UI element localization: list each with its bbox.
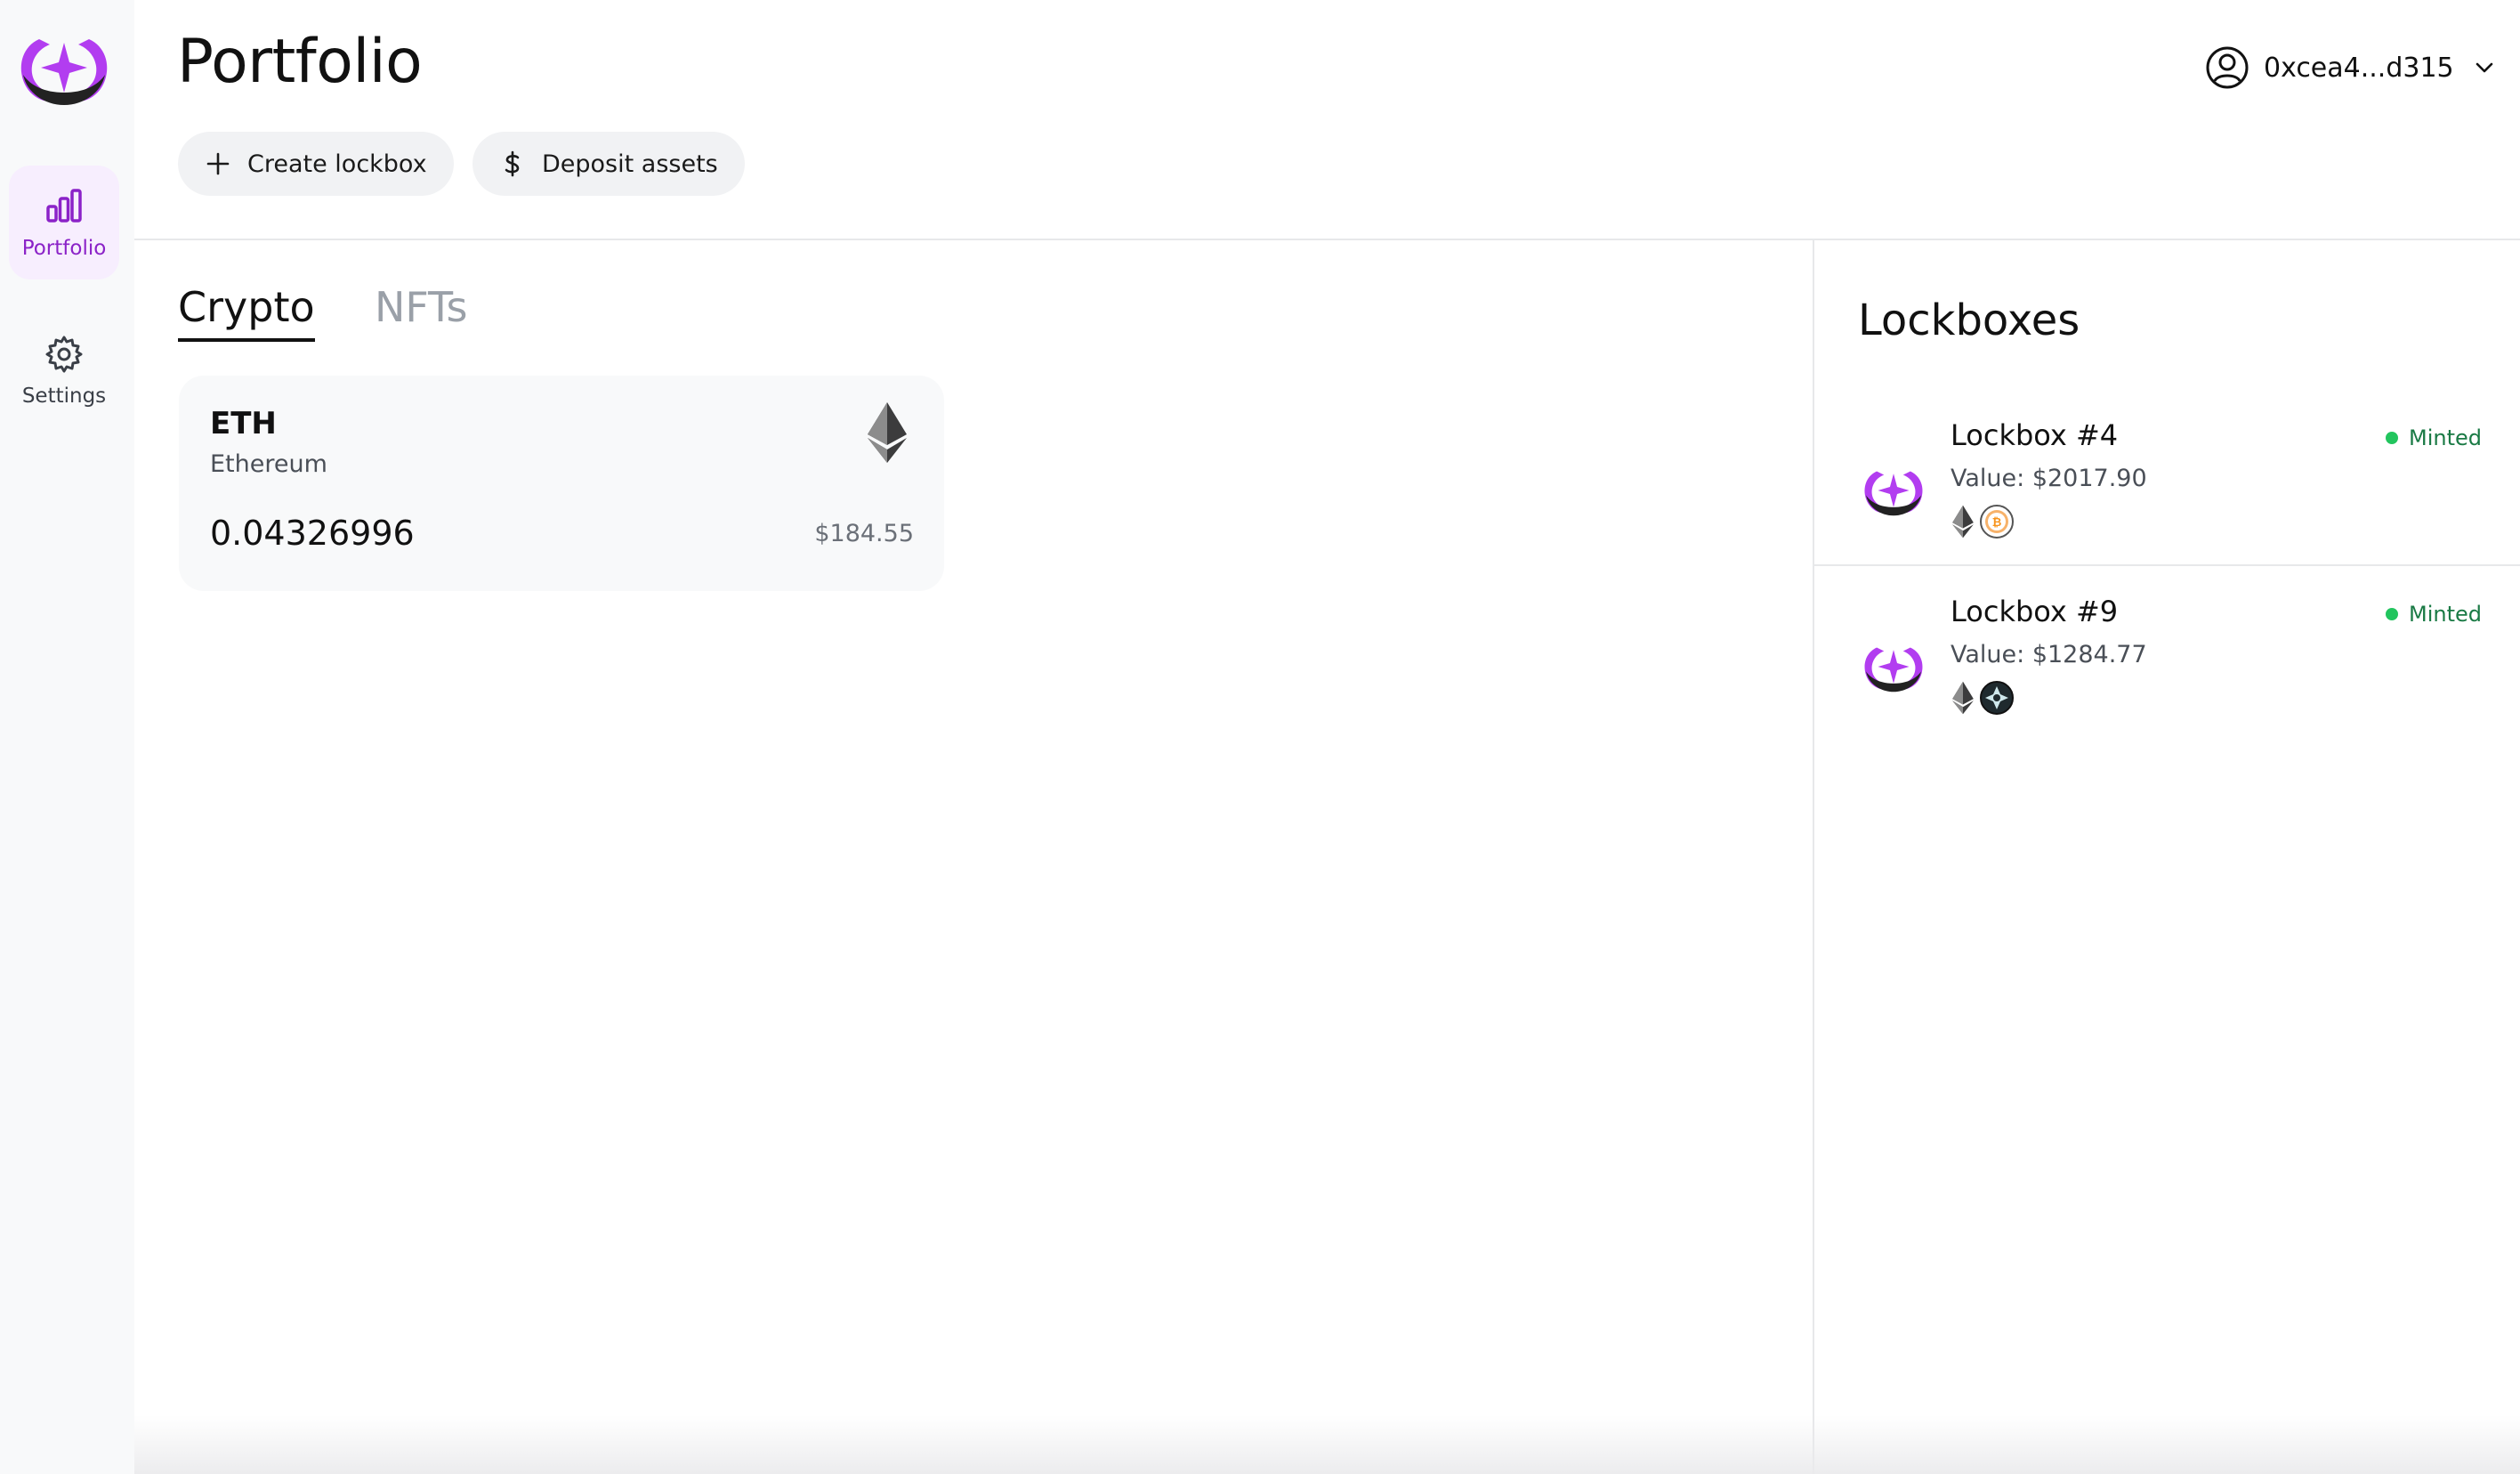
lockbox-asset-icons	[1951, 680, 2015, 716]
bottom-shadow	[134, 1415, 2520, 1474]
deposit-assets-label: Deposit assets	[542, 150, 718, 178]
asset-symbol: ETH	[210, 406, 277, 441]
svg-text:₿: ₿	[1992, 516, 2002, 530]
create-lockbox-button[interactable]: Create lockbox	[178, 132, 454, 196]
asset-card-eth[interactable]: ETH Ethereum 0.04326996 $184.55	[179, 376, 944, 591]
plus-icon	[206, 152, 230, 175]
brand-logo-icon[interactable]	[18, 30, 110, 105]
sidebar: Portfolio Settings	[0, 0, 134, 1474]
lockbox-divider	[1814, 564, 2520, 566]
lockbox-item[interactable]: Lockbox #9 Value: $1284.77 Minted	[1814, 586, 2520, 760]
user-circle-icon	[2206, 46, 2249, 89]
header-divider	[134, 239, 2520, 240]
lockbox-logo-icon	[1864, 471, 1923, 516]
lockboxes-title: Lockboxes	[1858, 296, 2080, 345]
lockbox-name: Lockbox #9	[1951, 595, 2119, 628]
gear-icon	[45, 336, 83, 373]
lockbox-item[interactable]: Lockbox #4 Value: $2017.90 ₿ Minted	[1814, 409, 2520, 584]
ethereum-icon	[1952, 505, 1974, 539]
tab-crypto[interactable]: Crypto	[178, 283, 315, 342]
status-text: Minted	[2409, 602, 2482, 627]
status-dot	[2386, 608, 2398, 620]
asset-usd-value: $184.55	[814, 520, 914, 547]
token-icon	[1980, 681, 2014, 715]
account-menu[interactable]: 0xcea4...d315	[2205, 41, 2497, 94]
tab-nfts[interactable]: NFTs	[375, 283, 468, 338]
lockbox-value: Value: $1284.77	[1951, 641, 2147, 668]
lockbox-value: Value: $2017.90	[1951, 465, 2147, 492]
account-address: 0xcea4...d315	[2264, 52, 2454, 84]
lockbox-name: Lockbox #4	[1951, 418, 2119, 452]
status-badge: Minted	[2386, 425, 2482, 450]
sidebar-item-label: Portfolio	[21, 237, 107, 260]
sidebar-item-portfolio[interactable]: Portfolio	[9, 166, 119, 279]
deposit-assets-button[interactable]: Deposit assets	[472, 132, 745, 196]
lockbox-logo-icon	[1864, 647, 1923, 692]
dollar-icon	[505, 150, 520, 177]
lockbox-asset-icons: ₿	[1951, 504, 2015, 539]
ethereum-icon	[868, 402, 907, 463]
status-dot	[2386, 432, 2398, 444]
status-text: Minted	[2409, 425, 2482, 450]
create-lockbox-label: Create lockbox	[247, 150, 427, 178]
status-badge: Minted	[2386, 602, 2482, 627]
asset-name: Ethereum	[210, 450, 327, 478]
chevron-down-icon	[2476, 62, 2492, 73]
sidebar-item-label: Settings	[21, 385, 107, 408]
page-title: Portfolio	[177, 27, 423, 97]
ethereum-icon	[1952, 681, 1974, 715]
asset-amount: 0.04326996	[210, 514, 415, 553]
sidebar-item-settings[interactable]: Settings	[9, 313, 119, 427]
bitcoin-icon: ₿	[1980, 505, 2014, 539]
bar-chart-icon	[46, 189, 82, 223]
